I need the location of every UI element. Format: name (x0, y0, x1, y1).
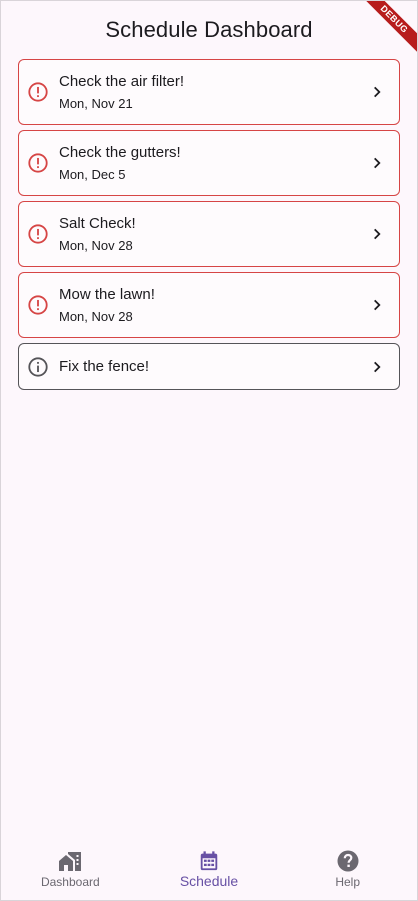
app-bar: Schedule Dashboard (1, 1, 417, 59)
task-list: Check the air filter! Mon, Nov 21 Check … (18, 59, 400, 390)
nav-item-dashboard[interactable]: Dashboard (1, 838, 140, 900)
error-outline-icon (27, 152, 49, 174)
calendar-icon (197, 849, 221, 873)
task-title: Mow the lawn! (59, 285, 155, 303)
chevron-right-icon (369, 297, 385, 313)
error-outline-icon (27, 223, 49, 245)
task-card-salt-check[interactable]: Salt Check! Mon, Nov 28 (18, 201, 400, 267)
task-card-air-filter[interactable]: Check the air filter! Mon, Nov 21 (18, 59, 400, 125)
nav-label: Help (335, 875, 361, 889)
task-card-fix-fence[interactable]: Fix the fence! (18, 343, 400, 390)
nav-label: Dashboard (40, 875, 100, 889)
chevron-right-icon (369, 84, 385, 100)
nav-label: Schedule (179, 873, 239, 889)
chevron-right-icon (369, 155, 385, 171)
task-date: Mon, Nov 21 (59, 95, 133, 111)
chevron-right-icon (369, 359, 385, 375)
nav-item-schedule[interactable]: Schedule (140, 838, 279, 900)
nav-item-help[interactable]: Help (278, 838, 417, 900)
bottom-navigation: Dashboard Schedule Help (1, 838, 417, 900)
home-work-icon (58, 849, 82, 873)
task-date: Mon, Nov 28 (59, 308, 133, 324)
task-title: Check the gutters! (59, 143, 181, 161)
task-title: Salt Check! (59, 214, 136, 232)
error-outline-icon (27, 294, 49, 316)
page-title: Schedule Dashboard (105, 17, 313, 42)
help-icon (336, 849, 360, 873)
chevron-right-icon (369, 226, 385, 242)
task-card-gutters[interactable]: Check the gutters! Mon, Dec 5 (18, 130, 400, 196)
task-title: Check the air filter! (59, 72, 185, 90)
task-card-mow-lawn[interactable]: Mow the lawn! Mon, Nov 28 (18, 272, 400, 338)
task-title: Fix the fence! (59, 357, 150, 375)
info-outline-icon (27, 356, 49, 378)
error-outline-icon (27, 81, 49, 103)
app-screen: Schedule Dashboard DEBUG Check the air f… (0, 0, 418, 901)
task-date: Mon, Nov 28 (59, 237, 133, 253)
task-date: Mon, Dec 5 (59, 166, 126, 182)
